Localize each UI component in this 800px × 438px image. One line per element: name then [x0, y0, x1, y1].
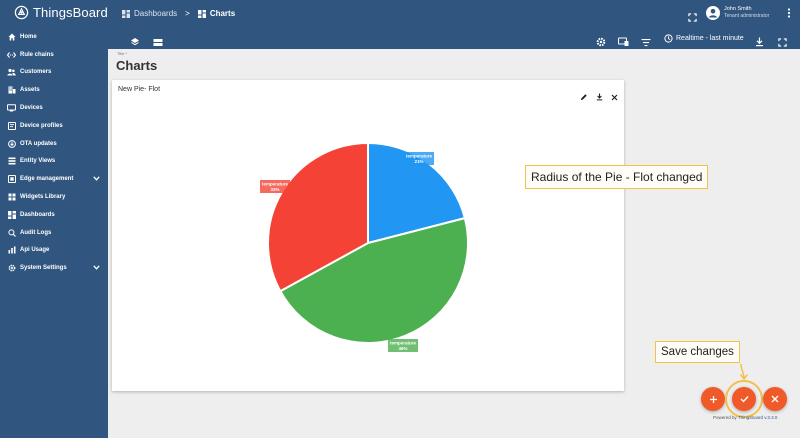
top-bar: ThingsBoard Dashboards > Charts John Smi…	[0, 0, 800, 28]
sidebar-item-ota-updates[interactable]: OTA updates	[0, 135, 108, 153]
chevron-down-icon[interactable]	[93, 176, 100, 183]
powered-by: Powered by Thingsboard v.3.3.0	[713, 415, 777, 420]
powered-prefix: Powered by	[713, 415, 737, 420]
pie-slice-label: temperature33%	[260, 180, 290, 193]
dashboard-title[interactable]: Charts	[116, 58, 157, 73]
api-usage-icon	[7, 246, 16, 255]
pie-slice-label: temperature21%	[404, 152, 434, 165]
sidebar-item-label: Assets	[20, 87, 40, 94]
gear-icon[interactable]	[596, 34, 606, 52]
save-button[interactable]	[732, 387, 756, 411]
pie-slice-label-name: temperature	[262, 182, 289, 187]
breadcrumb: Dashboards > Charts	[122, 9, 235, 18]
pie-slice-label-percent: 21%	[414, 159, 423, 164]
home-icon	[7, 32, 16, 41]
user-menu[interactable]: John Smith Tenant administrator	[706, 5, 791, 20]
ota-updates-icon	[7, 139, 16, 148]
sidebar-item-label: System Settings	[20, 265, 67, 272]
settings-icon	[7, 264, 16, 273]
breadcrumb-current: Charts	[197, 9, 236, 18]
sidebar-item-label: Dashboards	[20, 211, 55, 218]
sidebar-item-widgets-library[interactable]: Widgets Library	[0, 188, 108, 206]
audit-logs-icon	[7, 228, 16, 237]
sidebar-item-customers[interactable]: Customers	[0, 64, 108, 82]
more-vertical-icon[interactable]	[787, 7, 791, 18]
sidebar-item-label: OTA updates	[20, 140, 57, 147]
layers-icon[interactable]	[130, 34, 140, 52]
sidebar-item-label: Customers	[20, 69, 52, 76]
pie-slice-label-percent: 46%	[398, 346, 407, 351]
fullscreen-icon[interactable]	[778, 34, 787, 52]
filter-icon[interactable]	[641, 34, 651, 52]
sidebar-item-label: Device profiles	[20, 122, 63, 129]
sidebar-item-label: Devices	[20, 105, 43, 112]
check-icon	[740, 396, 749, 403]
add-widget-button[interactable]	[701, 387, 725, 411]
customers-icon	[7, 68, 16, 77]
pie-slice-label: temperature46%	[388, 339, 418, 352]
sidebar-item-audit-logs[interactable]: Audit Logs	[0, 224, 108, 242]
user-name: John Smith	[724, 6, 752, 12]
cancel-button[interactable]	[763, 387, 787, 411]
pie-chart: temperature21%temperature46%temperature3…	[260, 141, 469, 352]
timewindow-selector[interactable]: Realtime - last minute	[664, 34, 744, 43]
sidebar-item-home[interactable]: Home	[0, 28, 108, 46]
pie-slice-label-name: temperature	[390, 341, 417, 346]
dashboards-icon	[197, 9, 206, 18]
title-field-label: Title *	[117, 51, 128, 56]
sidebar-item-label: Entity Views	[20, 158, 56, 165]
breadcrumb-separator: >	[185, 9, 190, 18]
breadcrumb-current-label: Charts	[209, 9, 236, 18]
breadcrumb-dashboards[interactable]: Dashboards	[122, 9, 177, 18]
download-icon[interactable]	[755, 34, 764, 52]
thingsboard-logo-icon	[14, 5, 29, 20]
arrow-down-icon	[739, 363, 749, 381]
sidebar-item-label: Widgets Library	[20, 194, 66, 201]
sidebar-item-assets[interactable]: Assets	[0, 81, 108, 99]
radius-callout: Radius of the Pie - Flot changed	[525, 165, 709, 189]
breadcrumb-dashboards-label: Dashboards	[134, 9, 178, 18]
dashboards-icon	[7, 210, 16, 219]
sidebar-item-api-usage[interactable]: Api Usage	[0, 242, 108, 260]
close-icon	[771, 395, 779, 403]
dashboards-icon	[122, 9, 130, 18]
account-icon	[706, 5, 720, 20]
dashboard-states-icon[interactable]	[153, 34, 163, 52]
sidebar-item-system-settings[interactable]: System Settings	[0, 259, 108, 277]
sidebar-item-entity-views[interactable]: Entity Views	[0, 153, 108, 171]
sidebar-item-edge-management[interactable]: Edge management	[0, 170, 108, 188]
sidebar-item-dashboards[interactable]: Dashboards	[0, 206, 108, 224]
sidebar-item-devices[interactable]: Devices	[0, 99, 108, 117]
sidebar: Home Rule chains Customers Assets Device…	[0, 28, 108, 438]
devices-icon	[7, 104, 16, 113]
assets-icon	[7, 86, 16, 95]
app-logo[interactable]: ThingsBoard	[14, 5, 108, 20]
fullscreen-icon[interactable]	[688, 9, 697, 27]
sidebar-item-label: Api Usage	[20, 247, 50, 254]
sidebar-item-label: Audit Logs	[20, 229, 52, 236]
timewindow-label: Realtime - last minute	[676, 35, 744, 42]
sidebar-item-label: Rule chains	[20, 51, 54, 58]
device-profiles-icon	[7, 121, 16, 130]
edge-management-icon	[7, 175, 16, 184]
pie-slice-label-percent: 33%	[270, 187, 279, 192]
plus-icon	[709, 395, 717, 403]
sidebar-item-label: Edge management	[20, 176, 74, 183]
sidebar-item-rule-chains[interactable]: Rule chains	[0, 46, 108, 64]
sidebar-item-device-profiles[interactable]: Device profiles	[0, 117, 108, 135]
clock-icon	[664, 34, 673, 43]
save-callout: Save changes	[655, 341, 740, 363]
powered-link[interactable]: Thingsboard v.3.3.0	[738, 415, 777, 420]
app-name: ThingsBoard	[33, 5, 108, 20]
entity-aliases-icon[interactable]	[618, 34, 629, 52]
rule-chains-icon	[7, 50, 16, 59]
dashboard-toolbar: Realtime - last minute	[108, 28, 800, 49]
user-role: Tenant administrator	[724, 13, 770, 19]
widgets-library-icon	[7, 193, 16, 202]
entity-views-icon	[7, 157, 16, 166]
chevron-down-icon[interactable]	[93, 265, 100, 272]
sidebar-item-label: Home	[20, 33, 37, 40]
pie-slice-label-name: temperature	[406, 154, 433, 159]
pie-chart-widget[interactable]: New Pie- Flot temperature 21% temperature 4…	[112, 80, 624, 391]
